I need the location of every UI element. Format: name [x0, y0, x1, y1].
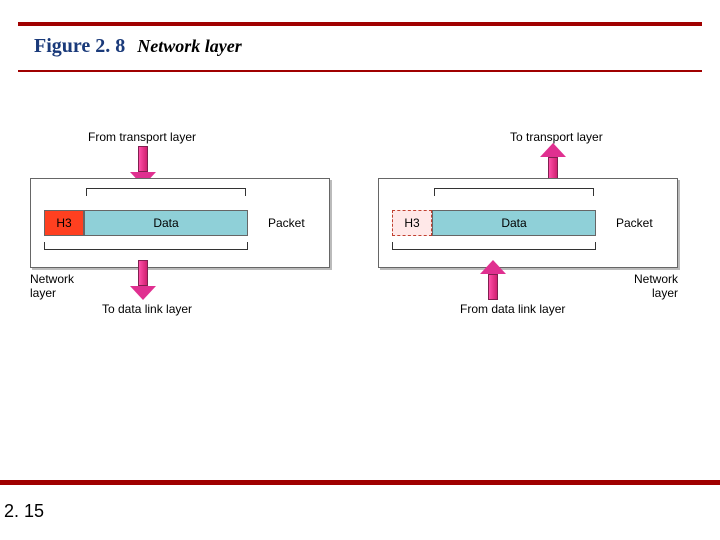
figure-number: Figure 2. 8	[34, 35, 125, 58]
figure-title-row: Figure 2. 8 Network layer	[34, 35, 242, 58]
left-packet-label: Packet	[268, 216, 305, 230]
top-rule	[18, 22, 702, 26]
arrow-up-icon	[540, 143, 566, 183]
right-packet-label: Packet	[616, 216, 653, 230]
right-data-block: Data	[432, 210, 596, 236]
page-number: 2. 15	[4, 501, 44, 522]
arrow-up-icon	[480, 260, 506, 300]
left-header-text: H3	[56, 216, 71, 230]
left-data-block: Data	[84, 210, 248, 236]
left-data-bracket	[86, 188, 246, 196]
left-bottom-label: To data link layer	[102, 302, 192, 316]
diagram-stage: From transport layer H3 Data Packet To d…	[30, 130, 690, 420]
right-header-text: H3	[404, 216, 419, 230]
figure-title: Network layer	[137, 36, 241, 57]
left-packet-bracket	[44, 242, 248, 250]
arrow-down-icon	[130, 260, 156, 300]
right-top-label: To transport layer	[510, 130, 603, 144]
right-bottom-label: From data link layer	[460, 302, 565, 316]
left-data-text: Data	[153, 216, 178, 230]
title-underline	[18, 70, 702, 72]
right-packet-bracket	[392, 242, 596, 250]
right-data-bracket	[434, 188, 594, 196]
left-side-label: Network layer	[30, 272, 74, 300]
right-side-label: Network layer	[634, 272, 678, 300]
bottom-rule	[0, 480, 720, 485]
left-top-label: From transport layer	[88, 130, 196, 144]
right-header-block: H3	[392, 210, 432, 236]
right-data-text: Data	[501, 216, 526, 230]
left-header-block: H3	[44, 210, 84, 236]
